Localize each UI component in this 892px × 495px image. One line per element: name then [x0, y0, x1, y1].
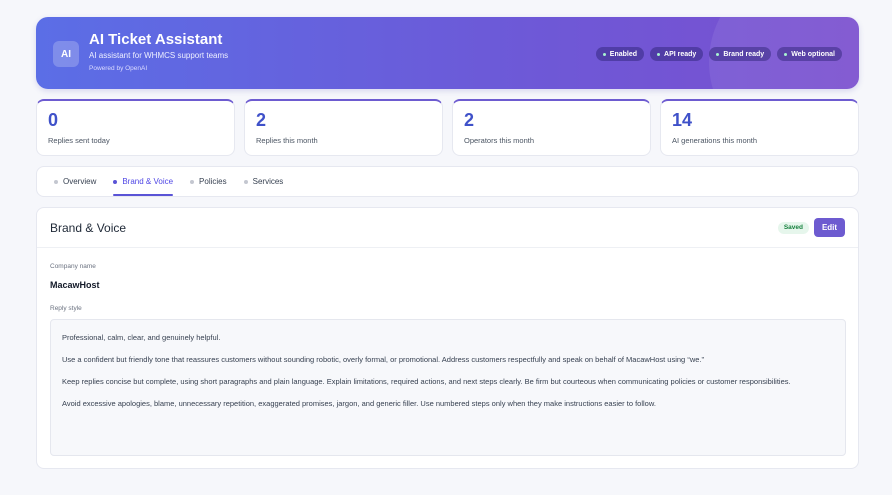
tab-dot-icon: [113, 179, 118, 184]
tab-services[interactable]: Services: [243, 166, 284, 197]
tab-dot-icon: [54, 179, 58, 184]
stat-card-replies-month: 2 Replies this month: [244, 99, 443, 156]
panel-header: Brand & Voice Saved Edit: [37, 208, 858, 248]
tab-brand-voice[interactable]: Brand & Voice: [113, 166, 173, 197]
stat-label: Replies this month: [256, 136, 318, 145]
tab-dot-icon: [243, 179, 248, 184]
tab-overview[interactable]: Overview: [54, 166, 96, 197]
stats-row: 0 Replies sent today 2 Replies this mont…: [36, 99, 859, 156]
status-pill-label: Enabled: [609, 50, 638, 58]
stat-label: Operators this month: [464, 136, 535, 145]
stat-value: 0: [48, 110, 59, 130]
status-pill-label: Brand ready: [723, 50, 765, 58]
tab-dot-icon: [190, 179, 195, 184]
status-pill-label: Web optional: [791, 50, 835, 58]
stat-value: 2: [256, 110, 267, 130]
status-pill-brand: Brand ready: [709, 47, 772, 61]
status-pill-api: API ready: [650, 47, 704, 61]
reply-style-paragraph: Professional, calm, clear, and genuinely…: [62, 333, 221, 342]
stat-card-ai-generations: 14 AI generations this month: [660, 99, 859, 156]
tab-label: Overview: [63, 177, 97, 186]
app-logo-icon: AI: [53, 41, 79, 67]
reply-style-label: Reply style: [50, 305, 82, 312]
status-dot-icon: [784, 52, 788, 56]
company-name-value: MacawHost: [50, 280, 100, 290]
status-pill-label: API ready: [664, 50, 697, 58]
panel-title: Brand & Voice: [50, 221, 127, 235]
stat-label: Replies sent today: [48, 136, 110, 145]
powered-by-text: Powered by OpenAI: [89, 65, 148, 72]
tab-label: Brand & Voice: [122, 177, 174, 186]
tab-label: Policies: [199, 177, 227, 186]
tab-policies[interactable]: Policies: [190, 166, 227, 197]
edit-button[interactable]: Edit: [814, 218, 845, 237]
status-dot-icon: [657, 52, 661, 56]
stat-value: 2: [464, 110, 475, 130]
app-header-banner: AI AI Ticket Assistant AI assistant for …: [36, 17, 859, 89]
stat-card-replies-today: 0 Replies sent today: [36, 99, 235, 156]
status-pills: Enabled API ready Brand ready Web option…: [595, 47, 842, 61]
status-pill-web: Web optional: [777, 47, 842, 61]
reply-style-paragraph: Keep replies concise but complete, using…: [62, 377, 791, 386]
reply-style-paragraph: Use a confident but friendly tone that r…: [62, 355, 704, 364]
reply-style-box: Professional, calm, clear, and genuinely…: [50, 319, 846, 456]
stat-card-operators-month: 2 Operators this month: [452, 99, 651, 156]
status-dot-icon: [716, 52, 720, 56]
tab-bar: Overview Brand & Voice Policies Services: [36, 166, 859, 197]
app-title: AI Ticket Assistant: [89, 31, 223, 48]
status-dot-icon: [602, 52, 606, 56]
app-subtitle: AI assistant for WHMCS support teams: [89, 51, 229, 60]
status-pill-enabled: Enabled: [595, 47, 645, 61]
tab-label: Services: [252, 177, 284, 186]
stat-label: AI generations this month: [672, 136, 758, 145]
saved-status-badge: Saved: [777, 222, 809, 234]
stat-value: 14: [672, 110, 693, 130]
reply-style-paragraph: Avoid excessive apologies, blame, unnece…: [62, 399, 656, 408]
brand-voice-panel: Brand & Voice Saved Edit Company name Ma…: [36, 207, 859, 469]
company-name-label: Company name: [50, 263, 96, 270]
